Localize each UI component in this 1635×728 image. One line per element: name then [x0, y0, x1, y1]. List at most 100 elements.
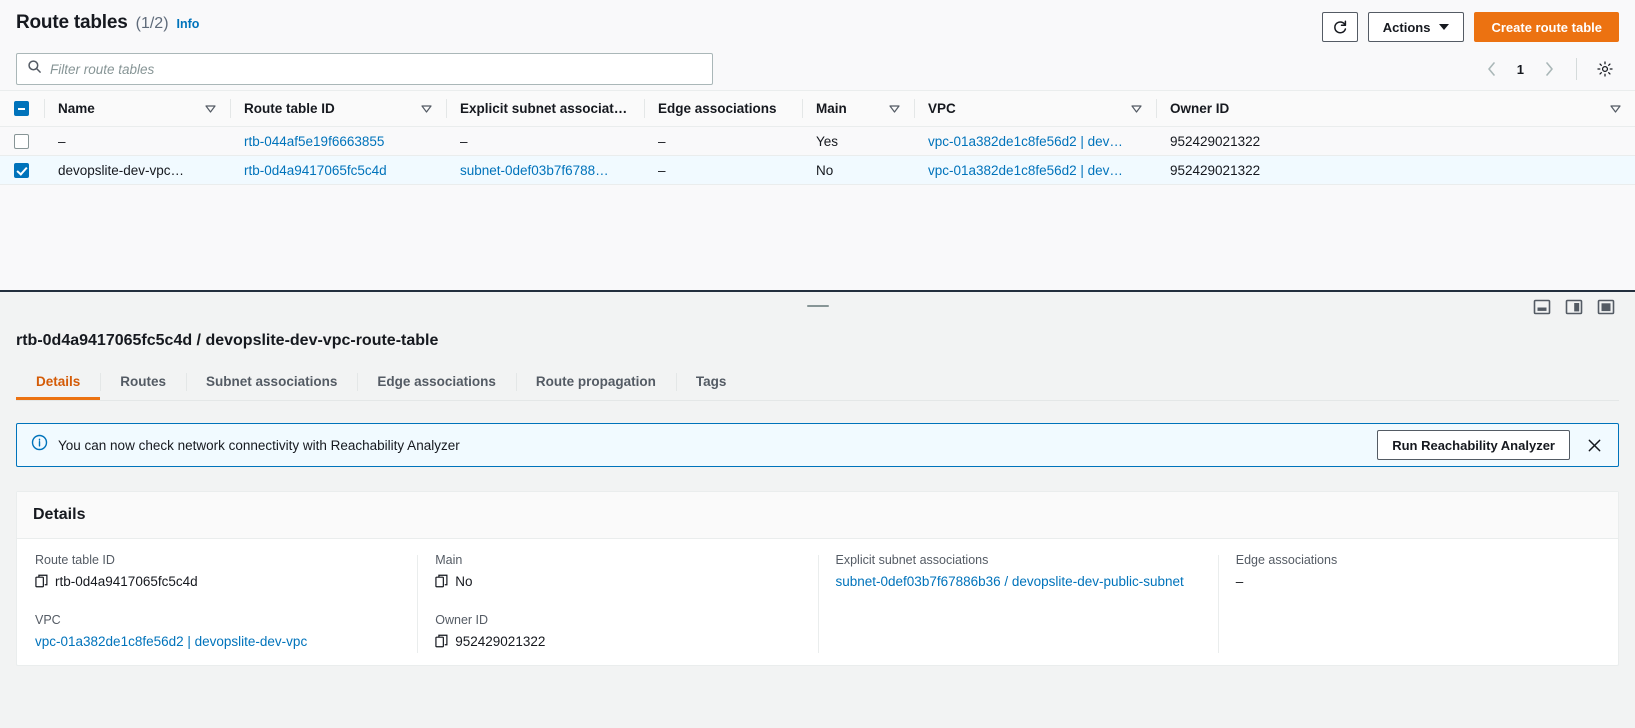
copy-icon[interactable]: [435, 634, 448, 655]
create-route-table-button[interactable]: Create route table: [1474, 12, 1619, 42]
header-actions: Actions Create route table: [1321, 12, 1619, 42]
column-header-explicit-subnet[interactable]: Explicit subnet associat…: [446, 90, 644, 127]
table-row[interactable]: devopslite-dev-vpc… rtb-0d4a9417065fc5c4…: [0, 155, 1635, 185]
route-table-id-link[interactable]: rtb-044af5e19f6663855: [244, 134, 384, 149]
route-tables-list-section: Route tables (1/2) Info Actions Create r…: [0, 0, 1635, 292]
cell-main: Yes: [802, 126, 914, 156]
vpc-link[interactable]: vpc-01a382de1c8fe56d2 | dev…: [928, 163, 1123, 178]
actions-label: Actions: [1382, 19, 1431, 35]
filter-search-box[interactable]: [16, 53, 713, 85]
column-header-route-table-id[interactable]: Route table ID: [230, 90, 446, 127]
gear-icon[interactable]: [1591, 55, 1619, 83]
field-label: Owner ID: [435, 612, 489, 627]
actions-dropdown-button[interactable]: Actions: [1367, 12, 1465, 42]
split-bottom-view-icon[interactable]: [1533, 298, 1551, 321]
row-checkbox[interactable]: [14, 162, 29, 178]
cell-owner-id: 952429021322: [1156, 126, 1635, 156]
current-page-number[interactable]: 1: [1509, 62, 1532, 77]
column-header-vpc[interactable]: VPC: [914, 90, 1156, 127]
sort-icon[interactable]: [889, 101, 900, 116]
run-reachability-analyzer-button[interactable]: Run Reachability Analyzer: [1377, 430, 1570, 460]
subnet-link[interactable]: subnet-0def03b7f6788…: [460, 163, 609, 178]
banner-actions: Run Reachability Analyzer: [1377, 430, 1604, 460]
copy-icon[interactable]: [435, 574, 448, 595]
details-column-4: Edge associations –: [1217, 553, 1618, 655]
page-header: Route tables (1/2) Info Actions Create r…: [0, 0, 1635, 48]
field-value: –: [1235, 574, 1244, 589]
field-owner-id: Owner ID 952429021322: [435, 613, 799, 655]
chevron-down-icon: [1439, 24, 1450, 30]
field-vpc: VPC vpc-01a382de1c8fe56d2 | devopslite-d…: [35, 613, 399, 653]
details-card-body: Route table ID rtb-0d4a9417065fc5c4d VPC: [17, 539, 1618, 665]
info-link[interactable]: Info: [177, 17, 200, 31]
field-value-row: No: [435, 572, 799, 595]
route-table-id-link[interactable]: rtb-0d4a9417065fc5c4d: [244, 163, 387, 178]
page-title-count: (1/2): [135, 15, 169, 32]
column-header-name[interactable]: Name: [44, 90, 230, 127]
vpc-link[interactable]: vpc-01a382de1c8fe56d2 | devopslite-dev-v…: [35, 634, 307, 649]
field-value-row: subnet-0def03b7f67886b36 / devopslite-de…: [836, 572, 1200, 593]
field-value-row: 952429021322: [435, 632, 799, 655]
detail-panel: rtb-0d4a9417065fc5c4d / devopslite-dev-v…: [0, 324, 1635, 666]
cell-vpc: vpc-01a382de1c8fe56d2 | dev…: [914, 155, 1156, 185]
prev-page-button[interactable]: [1479, 56, 1505, 82]
details-card: Details Route table ID rtb-0d4a9417065fc…: [16, 491, 1619, 666]
pagination: 1: [1479, 55, 1619, 83]
close-icon[interactable]: [1584, 435, 1604, 455]
tab-route-propagation[interactable]: Route propagation: [515, 364, 676, 400]
filter-row: 1: [0, 48, 1635, 90]
split-side-view-icon[interactable]: [1565, 298, 1583, 321]
row-select-cell: [0, 126, 44, 156]
banner-message: You can now check network connectivity w…: [58, 437, 460, 453]
search-icon: [27, 59, 42, 79]
sort-icon[interactable]: [421, 101, 432, 116]
subnet-link[interactable]: subnet-0def03b7f67886b36 / devopslite-de…: [836, 574, 1184, 589]
field-label: Edge associations: [1235, 553, 1338, 567]
cell-main: No: [802, 155, 914, 185]
sort-icon[interactable]: [1131, 101, 1142, 116]
search-input[interactable]: [50, 61, 702, 77]
tab-edge-associations[interactable]: Edge associations: [357, 364, 516, 400]
tab-tags[interactable]: Tags: [675, 364, 747, 400]
column-label: Name: [58, 101, 95, 116]
sort-icon[interactable]: [205, 101, 216, 116]
cell-explicit-subnet: subnet-0def03b7f6788…: [446, 155, 644, 185]
table-header-row: Name Route table ID Explicit subnet asso…: [0, 90, 1635, 127]
resize-handle[interactable]: [806, 305, 829, 310]
tab-details[interactable]: Details: [16, 364, 101, 400]
column-label: Main: [816, 101, 847, 116]
field-value-row: –: [1236, 572, 1600, 593]
tab-routes[interactable]: Routes: [100, 364, 186, 400]
field-value-row: vpc-01a382de1c8fe56d2 | devopslite-dev-v…: [35, 632, 399, 653]
cell-name: devopslite-dev-vpc…: [44, 155, 230, 185]
column-header-owner-id[interactable]: Owner ID: [1156, 90, 1635, 127]
row-select-cell: [0, 155, 44, 185]
cell-vpc: vpc-01a382de1c8fe56d2 | dev…: [914, 126, 1156, 156]
refresh-button[interactable]: [1321, 12, 1358, 42]
field-label: VPC: [35, 612, 61, 627]
details-column-1: Route table ID rtb-0d4a9417065fc5c4d VPC: [17, 553, 417, 655]
column-label: Owner ID: [1170, 101, 1230, 116]
field-label: Main: [435, 553, 463, 567]
row-checkbox[interactable]: [14, 133, 29, 149]
sort-icon[interactable]: [1610, 101, 1621, 116]
column-header-edge-associations[interactable]: Edge associations: [644, 90, 802, 127]
cell-edge-associations: –: [644, 155, 802, 185]
full-page-view-icon[interactable]: [1597, 298, 1615, 321]
next-page-button[interactable]: [1536, 56, 1562, 82]
column-header-main[interactable]: Main: [802, 90, 914, 127]
column-label: Edge associations: [658, 101, 777, 116]
details-column-3: Explicit subnet associations subnet-0def…: [817, 553, 1218, 655]
table-row[interactable]: – rtb-044af5e19f6663855 – – Yes vpc-01a3…: [0, 126, 1635, 156]
vpc-link[interactable]: vpc-01a382de1c8fe56d2 | dev…: [928, 134, 1123, 149]
tab-subnet-associations[interactable]: Subnet associations: [186, 364, 357, 400]
field-value-row: rtb-0d4a9417065fc5c4d: [35, 572, 399, 595]
copy-icon[interactable]: [35, 574, 48, 595]
info-circle-icon: [31, 434, 48, 456]
cell-name: –: [44, 126, 230, 156]
detail-panel-title: rtb-0d4a9417065fc5c4d / devopslite-dev-v…: [16, 332, 439, 349]
select-all-checkbox[interactable]: [14, 101, 29, 117]
detail-tabs: Details Routes Subnet associations Edge …: [16, 364, 1619, 401]
field-value: rtb-0d4a9417065fc5c4d: [55, 574, 198, 589]
field-main: Main No: [435, 553, 799, 595]
